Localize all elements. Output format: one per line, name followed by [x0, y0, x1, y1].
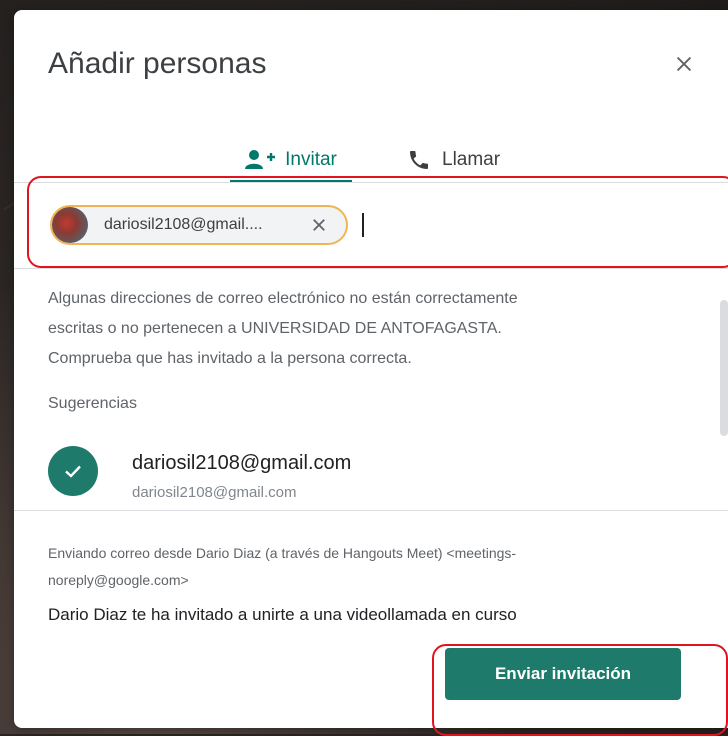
close-icon — [676, 56, 692, 72]
avatar — [52, 207, 88, 243]
person-add-icon — [245, 149, 276, 171]
suggestions-header: Sugerencias — [48, 395, 137, 412]
check-icon — [65, 465, 81, 478]
recipient-input-row[interactable]: dariosil2108@gmail.... — [14, 182, 728, 268]
recipient-chip[interactable]: dariosil2108@gmail.... — [50, 205, 348, 245]
tab-call[interactable]: Llamar — [406, 138, 500, 182]
sender-note-line: noreply@google.com> — [48, 572, 189, 588]
chip-remove-button[interactable] — [310, 216, 328, 234]
suggestion-email: dariosil2108@gmail.com — [132, 484, 297, 501]
scrollbar-thumb[interactable] — [720, 300, 728, 436]
dialog-title: Añadir personas — [48, 47, 267, 80]
close-icon — [313, 219, 325, 231]
tab-call-label: Llamar — [442, 149, 501, 170]
add-people-dialog: Añadir personas Invitar Llamar dariosil2… — [14, 10, 728, 728]
divider — [14, 268, 728, 269]
close-button[interactable] — [670, 50, 698, 78]
warning-line: Algunas direcciones de correo electrónic… — [48, 290, 518, 307]
divider — [14, 510, 728, 511]
sender-note-line: Enviando correo desde Dario Diaz (a trav… — [48, 545, 517, 561]
suggestion-item[interactable]: dariosil2108@gmail.com dariosil2108@gmai… — [14, 436, 714, 506]
send-invitation-button[interactable]: Enviar invitación — [445, 648, 681, 700]
suggestion-avatar — [48, 446, 98, 496]
tab-bar: Invitar Llamar — [14, 138, 728, 184]
warning-line: escritas o no pertenecen a UNIVERSIDAD D… — [48, 320, 502, 337]
invitation-message: Dario Diaz te ha invitado a unirte a una… — [48, 605, 517, 624]
email-warning-text: Algunas direcciones de correo electrónic… — [48, 284, 688, 374]
text-cursor[interactable] — [362, 213, 364, 237]
phone-icon — [406, 148, 432, 172]
tab-invite-label: Invitar — [285, 149, 337, 170]
recipient-chip-label: dariosil2108@gmail.... — [104, 216, 263, 233]
sender-note: Enviando correo desde Dario Diaz (a trav… — [48, 540, 698, 594]
suggestion-name: dariosil2108@gmail.com — [132, 452, 352, 474]
warning-line: Comprueba que has invitado a la persona … — [48, 350, 412, 367]
tab-invite[interactable]: Invitar — [226, 138, 356, 182]
